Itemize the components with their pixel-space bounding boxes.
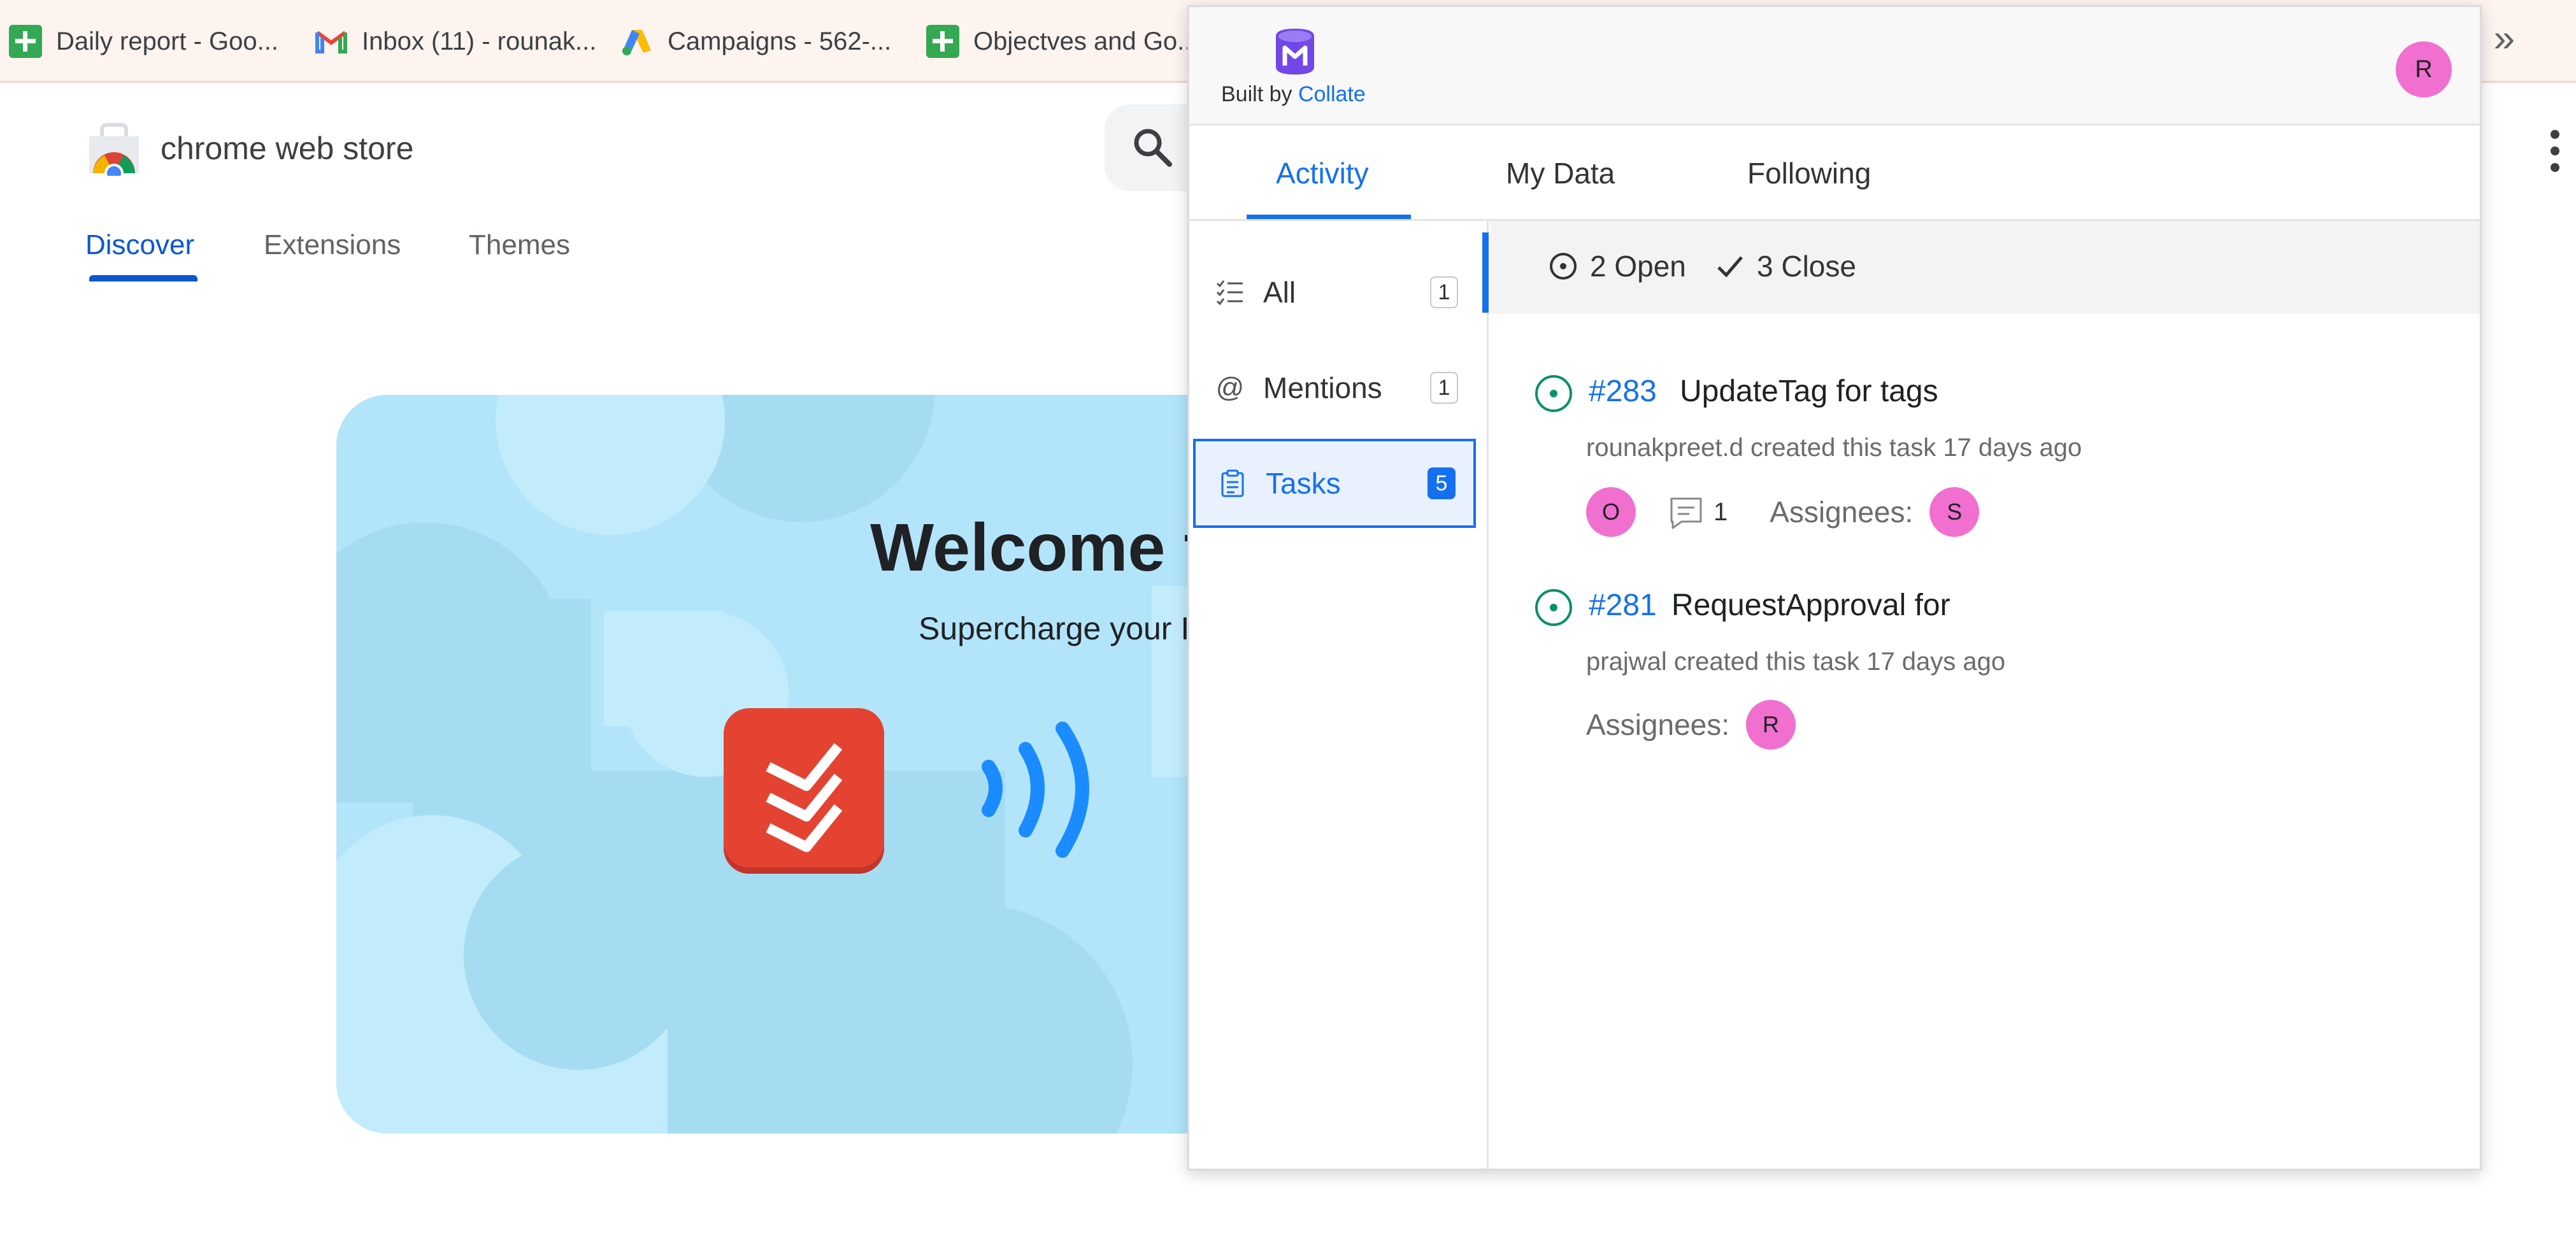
active-tab-indicator [89,275,197,281]
search-icon[interactable] [1130,125,1175,169]
open-tasks-filter[interactable]: 2 Open [1548,249,1686,283]
user-avatar[interactable]: R [2396,41,2452,97]
tab-following[interactable]: Following [1747,156,1871,190]
task-meta: rounakpreet.d created this task 17 days … [1586,434,2082,462]
bookmark-label: Campaigns - 562-... [668,27,892,55]
comment-count: 1 [1714,497,1728,526]
task-footer: O 1 Assignees: S [1586,487,1980,537]
popup-tabs: Activity My Data Following [1189,125,2480,221]
task-id-link[interactable]: #283 [1589,374,1657,409]
sidebar-item-label: Mentions [1263,371,1382,404]
at-sign-icon: @ [1215,372,1245,403]
bookmark-campaigns[interactable]: Campaigns - 562-... [620,0,891,83]
bookmark-daily-report[interactable]: Daily report - Goo... [9,0,278,83]
active-section-indicator [1482,232,1489,313]
task-title[interactable]: UpdateTag for tags [1680,374,1938,409]
task-filter-bar: 2 Open 3 Close [1491,221,2480,314]
todoist-app-icon[interactable] [724,708,884,867]
tab-discover[interactable]: Discover [85,229,194,261]
built-by-text: Built by Collate [1221,82,1366,107]
sidebar-item-all[interactable]: All 1 [1193,248,1476,337]
assignee-avatar[interactable]: R [1746,700,1796,750]
hero-subtitle: Supercharge your I [919,611,1190,646]
google-ads-icon [622,30,651,55]
count-badge: 1 [1430,372,1458,404]
count-badge: 1 [1430,276,1458,308]
tasks-panel: 2 Open 3 Close #283 UpdateTag for tags r… [1491,221,2480,1169]
popup-header: Built by Collate R [1189,7,2480,125]
bookmarks-overflow-button[interactable]: » [2494,19,2515,57]
task-id-link[interactable]: #281 [1589,588,1657,623]
more-menu-icon[interactable] [2545,130,2565,172]
open-status-icon [1535,375,1572,412]
check-icon [1717,256,1743,278]
store-title[interactable]: chrome web store [161,130,413,167]
sidebar-item-tasks[interactable]: Tasks 5 [1193,439,1476,528]
built-by-label: Built by [1221,82,1292,106]
active-tab-indicator [1247,215,1411,219]
bookmark-label: Inbox (11) - rounak... [362,27,597,55]
open-status-icon [1535,589,1572,626]
closed-count: 3 Close [1757,250,1856,283]
tab-activity[interactable]: Activity [1276,156,1369,190]
task-title[interactable]: RequestApproval for [1671,588,1950,623]
task-item[interactable]: #281 RequestApproval for prajwal created… [1491,564,2480,755]
gmail-icon [315,31,347,53]
assignees-label: Assignees: [1770,495,1914,529]
owner-avatar[interactable]: O [1586,487,1636,537]
open-circle-icon [1550,253,1577,280]
assignee-avatar[interactable]: S [1929,487,1980,537]
tab-my-data[interactable]: My Data [1506,156,1615,190]
sheets-icon [9,25,42,58]
task-footer: Assignees: R [1586,700,1796,750]
tab-extensions[interactable]: Extensions [264,229,401,261]
count-badge: 5 [1428,467,1456,499]
sidebar-item-label: Tasks [1266,467,1341,500]
collate-logo-icon [1276,29,1314,75]
task-item[interactable]: #283 UpdateTag for tags rounakpreet.d cr… [1491,348,2480,552]
chrome-web-store-logo [89,123,139,176]
tab-themes[interactable]: Themes [469,229,570,261]
sheets-icon [926,25,959,58]
hero-title: Welcome t [870,510,1207,585]
comment-icon[interactable] [1666,492,1706,532]
bookmark-inbox[interactable]: Inbox (11) - rounak... [315,0,596,83]
bookmark-label: Daily report - Goo... [56,27,279,55]
open-count: 2 Open [1590,250,1686,283]
bookmark-label: Objectves and Go... [973,27,1199,55]
wireless-app-icon[interactable] [975,716,1108,862]
clipboard-icon [1221,469,1244,497]
closed-tasks-filter[interactable]: 3 Close [1715,249,1856,283]
assignees-label: Assignees: [1586,708,1730,741]
task-meta: prajwal created this task 17 days ago [1586,648,2006,676]
feed-sidebar: All 1 @ Mentions 1 Tasks 5 [1189,221,1489,1169]
checklist-icon [1216,280,1243,306]
collate-extension-popup: Built by Collate R Activity My Data Foll… [1187,5,2482,1170]
bookmark-objectives[interactable]: Objectves and Go... [926,0,1199,83]
sidebar-item-label: All [1263,276,1296,309]
sidebar-item-mentions[interactable]: @ Mentions 1 [1193,343,1476,432]
collate-link[interactable]: Collate [1298,82,1366,106]
